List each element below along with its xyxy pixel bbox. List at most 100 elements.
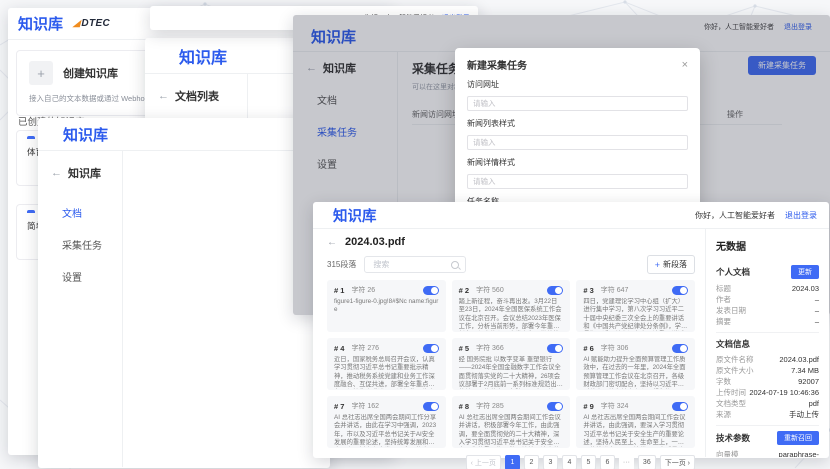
meta-label: 向量模型 <box>716 449 745 457</box>
chunk-grid: # 1 字符 26 figure1-figure-0.jpg!8#$Nc nam… <box>327 280 695 448</box>
chunk-enabled-toggle[interactable] <box>547 402 563 411</box>
chunk-card[interactable]: # 5 字符 366 经 国务院批 以数字变革 重塑银行——2024年全国金融数… <box>452 338 571 390</box>
toggle-knob <box>555 403 562 410</box>
meta-value: – <box>815 305 819 316</box>
sidebar-item-settings[interactable]: 设置 <box>38 269 122 284</box>
pagination-page-36[interactable]: 36 <box>638 455 656 469</box>
chunk-id: # 2 <box>459 286 469 295</box>
back-to-kb[interactable]: ← 知识库 <box>38 165 122 181</box>
add-paragraph-button[interactable]: + 新段落 <box>647 255 695 274</box>
chunk-char-count: 字符 647 <box>601 285 629 295</box>
chunk-card[interactable]: # 2 字符 560 踏上新征程，奋斗再出发。3月22日至23日，2024年全国… <box>452 280 571 332</box>
plus-icon: + <box>29 61 53 85</box>
back-arrow-icon[interactable]: ← <box>158 90 169 102</box>
chunk-id: # 3 <box>583 286 593 295</box>
chunk-enabled-toggle[interactable] <box>423 286 439 295</box>
pagination-page-3[interactable]: 3 <box>543 455 558 469</box>
kb-detail-sidebar: ← 知识库 文档 采集任务 设置 <box>38 151 123 467</box>
chunk-id: # 7 <box>334 402 344 411</box>
meta-value: 手动上传 <box>789 409 819 420</box>
back-doc-list[interactable]: ← 文档列表 <box>145 88 247 104</box>
pagination-prev-button[interactable]: ‹ 上一页 <box>466 455 501 469</box>
field-label-detail-style: 新闻详情样式 <box>467 157 688 168</box>
chunk-enabled-toggle[interactable] <box>672 344 688 353</box>
chunk-card[interactable]: # 7 字符 162 AI 总社志出席全国两会期间工作分享会并讲话，由此在学习中… <box>327 396 446 448</box>
chunk-text: AI 赋能助力提升全面预算管理工作质效中，在过去的一年里，2024年全面预算管理… <box>583 356 688 389</box>
meta-value: 2024-07-19 10:46:36 <box>749 387 819 398</box>
chunk-enabled-toggle[interactable] <box>672 286 688 295</box>
personal-doc-title: 个人文档 <box>716 266 750 278</box>
chunk-text: 四日，党建理论学习中心组（扩大）进行集中学习，第八次学习习近平二十届中央纪委三次… <box>583 298 688 331</box>
chunk-enabled-toggle[interactable] <box>672 402 688 411</box>
search-box[interactable] <box>364 256 466 273</box>
create-kb-title: 创建知识库 <box>63 65 118 81</box>
toggle-knob <box>555 287 562 294</box>
chunk-enabled-toggle[interactable] <box>423 344 439 353</box>
meta-value: 2024.03 <box>792 283 819 294</box>
chunk-card[interactable]: # 8 字符 285 AI 总社志出席全国两会期间工作会议并讲话，积极部署今年工… <box>452 396 571 448</box>
logout-link[interactable]: 退出登录 <box>785 210 817 221</box>
search-icon <box>451 261 459 269</box>
chunk-enabled-toggle[interactable] <box>547 286 563 295</box>
pagination-ellipsis: ··· <box>619 455 634 469</box>
chunk-enabled-toggle[interactable] <box>547 344 563 353</box>
pagination-next-button[interactable]: 下一页 › <box>660 455 695 469</box>
chunk-card[interactable]: # 4 字符 276 近日，国家税务总局召开会议，认真学习贯彻习近平总书记重要批… <box>327 338 446 390</box>
meta-label: 文档类型 <box>716 398 746 409</box>
toggle-knob <box>680 345 687 352</box>
chunk-card[interactable]: # 1 字符 26 figure1-figure-0.jpg!8#$Nc nam… <box>327 280 446 332</box>
toggle-knob <box>431 345 438 352</box>
window-doc-chunks: 知识库 你好，人工智能爱好者 退出登录 ← 2024.03.pdf 315段落 … <box>313 202 829 458</box>
tech-params-section: 技术参数 重新召回 向量模型paraphrase-multilingual 召回… <box>716 425 819 457</box>
chunk-enabled-toggle[interactable] <box>423 402 439 411</box>
chunk-id: # 1 <box>334 286 344 295</box>
tech-params-title: 技术参数 <box>716 432 750 444</box>
chunk-text: figure1-figure-0.jpg!8#$Nc name:figure <box>334 298 439 315</box>
window-kb-detail: 知识库 ← 知识库 文档 采集任务 设置 <box>38 118 330 468</box>
chunk-char-count: 字符 285 <box>476 401 504 411</box>
url-input[interactable] <box>467 96 688 111</box>
list-style-input[interactable] <box>467 135 688 150</box>
toggle-knob <box>431 287 438 294</box>
meta-label: 原文件名称 <box>716 354 754 365</box>
app-title: 知识库 <box>63 124 108 145</box>
pagination-page-5[interactable]: 5 <box>581 455 596 469</box>
chunk-char-count: 字符 26 <box>351 285 375 295</box>
document-title: 2024.03.pdf <box>345 236 405 248</box>
meta-value: 7.34 MB <box>791 365 819 376</box>
back-arrow-icon[interactable]: ← <box>327 237 337 248</box>
pagination-page-2[interactable]: 2 <box>524 455 539 469</box>
update-button[interactable]: 更新 <box>791 265 819 279</box>
chunk-card[interactable]: # 3 字符 647 四日，党建理论学习中心组（扩大）进行集中学习，第八次学习习… <box>576 280 695 332</box>
meta-label: 标题 <box>716 283 731 294</box>
meta-label: 作者 <box>716 294 731 305</box>
search-input[interactable] <box>371 259 451 270</box>
chunk-card[interactable]: # 9 字符 324 AI 总社志出席全国两会期间工作会议并讲话，由此强调，要深… <box>576 396 695 448</box>
detail-style-input[interactable] <box>467 174 688 189</box>
panel-empty-title: 无数据 <box>716 238 819 253</box>
sidebar-item-documents[interactable]: 文档 <box>38 205 122 220</box>
chunks-main: ← 2024.03.pdf 315段落 + 新段落 <box>313 229 705 457</box>
close-icon[interactable]: × <box>682 59 688 71</box>
pagination-page-1[interactable]: 1 <box>505 455 520 469</box>
chunk-text: AI 总社志出席全国两会期间工作分享会并讲话，由此在学习中强调，2023年，市以… <box>334 414 439 447</box>
chunk-id: # 8 <box>459 402 469 411</box>
pagination-page-4[interactable]: 4 <box>562 455 577 469</box>
meta-label: 摘要 <box>716 316 731 327</box>
meta-value: 2024.03.pdf <box>779 354 819 365</box>
meta-label: 上传时间 <box>716 387 746 398</box>
meta-label: 来源 <box>716 409 731 420</box>
sidebar-item-collection-tasks[interactable]: 采集任务 <box>38 237 122 252</box>
app-title: 知识库 <box>333 205 377 226</box>
app-title: 知识库 <box>179 44 227 68</box>
chunk-card[interactable]: # 6 字符 306 AI 赋能助力提升全面预算管理工作质效中，在过去的一年里，… <box>576 338 695 390</box>
back-arrow-icon[interactable]: ← <box>51 167 62 179</box>
recall-again-button[interactable]: 重新召回 <box>777 431 819 445</box>
chunk-id: # 5 <box>459 344 469 353</box>
app-title: 知识库 <box>18 13 63 34</box>
doc-info-section: 文档信息 原文件名称2024.03.pdf 原文件大小7.34 MB 字数920… <box>716 332 819 425</box>
plus-icon: + <box>655 260 660 270</box>
pagination-page-6[interactable]: 6 <box>600 455 615 469</box>
field-label-url: 访问网址 <box>467 79 688 90</box>
kb-back-label: 知识库 <box>68 165 101 181</box>
